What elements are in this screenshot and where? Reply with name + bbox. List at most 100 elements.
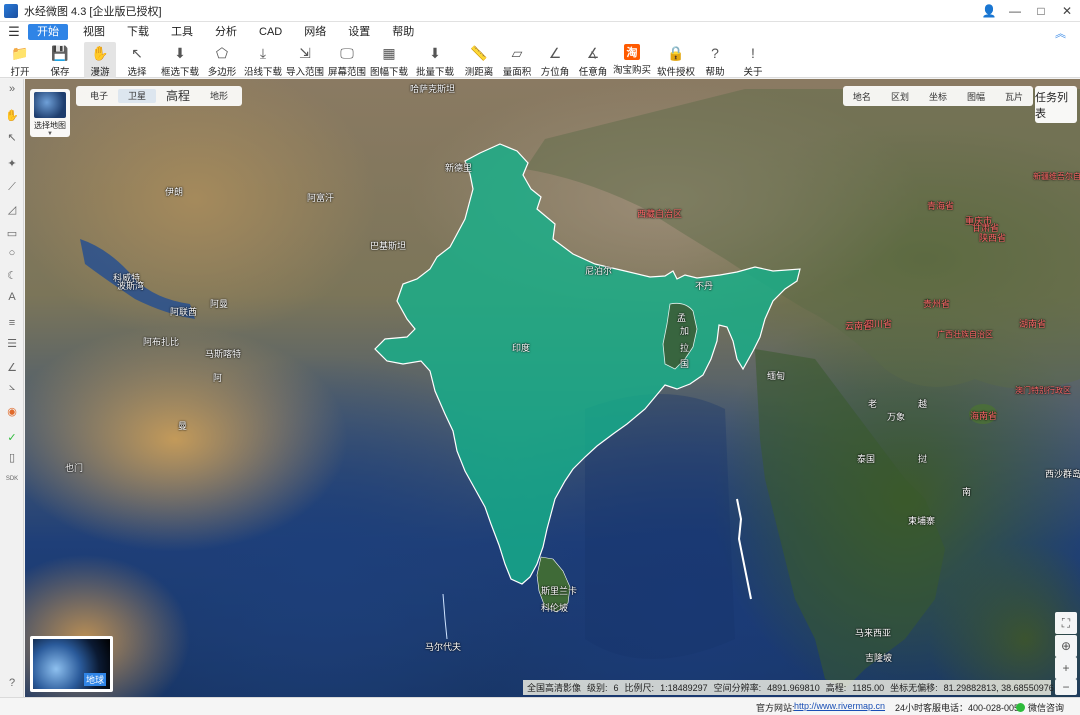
doc-icon[interactable]: ▯ — [4, 449, 20, 465]
tool-azimuth[interactable]: ∠ 方位角 — [538, 42, 572, 79]
tool-folder[interactable]: 📁 打开 — [4, 42, 36, 79]
hamburger-icon[interactable]: ☰ — [0, 24, 28, 40]
pointer-icon[interactable]: ↖ — [4, 129, 20, 145]
layer-map-sheets[interactable]: 图幅 — [957, 90, 995, 103]
earth-thumbnail[interactable]: 地球 — [30, 636, 113, 692]
tool-angle[interactable]: ∡ 任意角 — [576, 42, 610, 79]
text-icon[interactable]: A — [4, 289, 20, 305]
area-icon[interactable]: ◿ — [4, 201, 20, 217]
angle-icon[interactable]: ∠ — [4, 359, 20, 375]
province-label: 云南省 — [845, 321, 873, 331]
tool-area[interactable]: ▱ 量面积 — [500, 42, 534, 79]
minimize-button[interactable]: — — [1002, 0, 1028, 22]
map-select-button[interactable]: 选择地图 ▼ — [30, 89, 70, 137]
wechat-consult[interactable]: 微信咨询 — [1016, 701, 1064, 714]
tool-taobao[interactable]: 淘淘宝购买 — [612, 42, 652, 78]
menu-help[interactable]: 帮助 — [381, 24, 425, 40]
tab-satellite[interactable]: 卫星 — [118, 89, 157, 103]
user-icon[interactable]: 👤 — [976, 0, 1002, 22]
tab-elevation[interactable]: 高程 — [156, 89, 200, 103]
ruler-icon[interactable]: ≡ — [4, 315, 20, 331]
layers-icon[interactable]: ☰ — [4, 335, 20, 351]
tool-screen[interactable]: 🖵 屏幕范围 — [326, 42, 368, 79]
menu-download[interactable]: 下载 — [116, 24, 160, 40]
place-label: 曼 — [178, 421, 188, 431]
tool-lock[interactable]: 🔒 软件授权 — [656, 42, 696, 79]
place-label: 阿曼 — [210, 299, 229, 309]
tab-terrain[interactable]: 地形 — [200, 89, 238, 103]
elevation-label: 高程: — [825, 683, 847, 693]
sheet-download-icon: ▦ — [382, 44, 396, 61]
tool-ruler[interactable]: 📏 测距离 — [462, 42, 496, 79]
zoom-in-button[interactable]: + — [1055, 657, 1077, 679]
tool-line-download[interactable]: ⤓ 沿线下载 — [242, 42, 284, 79]
tool-label: 导入范围 — [285, 67, 324, 78]
map-view[interactable]: 伊朗 阿富汗 巴基斯坦 阿曼 阿联酋 科威特 波斯湾 阿布扎比 马斯喀特 也门曼阿哈萨克斯坦 新德里… — [25, 79, 1080, 697]
globe-icon[interactable]: ◉ — [4, 403, 20, 419]
close-button[interactable]: ✕ — [1054, 0, 1080, 22]
polyline-icon[interactable]: ⟋ — [4, 179, 20, 195]
status-bar: 官方网站: http://www.rivermap.cn 24小时客服电话：40… — [0, 697, 1080, 715]
collapse-ribbon-icon[interactable]: ︽ — [1055, 25, 1066, 41]
marker-icon[interactable]: ✦ — [4, 155, 20, 171]
place-label: 西沙群岛 — [1045, 469, 1080, 479]
map-select-thumbnail — [34, 92, 66, 118]
website-link[interactable]: http://www.rivermap.cn — [794, 701, 885, 711]
zoom-out-button[interactable]: − — [1055, 679, 1077, 695]
import-icon: ⇲ — [299, 44, 311, 61]
task-list-button[interactable]: 任务列表 — [1035, 86, 1077, 123]
sdk-icon[interactable]: SDK — [4, 471, 20, 487]
area-icon: ▱ — [511, 44, 523, 61]
chevron-down-icon: ▼ — [47, 131, 53, 137]
province-label: 广西壮族自治区 — [937, 330, 993, 339]
place-label: 柬埔寨 — [908, 516, 936, 526]
tool-hand[interactable]: ✋ 漫游 — [84, 42, 116, 78]
tool-info[interactable]: ! 关于 — [738, 42, 768, 78]
place-label: 越 — [918, 399, 928, 409]
tool-label: 沿线下载 — [243, 67, 282, 78]
app-logo-icon — [4, 3, 18, 18]
tool-rect-download[interactable]: ⬇ 框选下载 — [160, 42, 200, 79]
tool-label: 软件授权 — [656, 67, 695, 78]
menu-network[interactable]: 网络 — [293, 24, 337, 40]
rectangle-icon[interactable]: ▭ — [4, 225, 20, 241]
menu-cad[interactable]: CAD — [248, 24, 293, 40]
andaman-islands-shape — [736, 498, 752, 600]
province-label: 青海省 — [927, 201, 955, 211]
coordinate-bar: 全国高清影像 级别: 6 比例尺: 1:18489297 空间分辨率: 4891… — [523, 680, 1054, 695]
protractor-icon[interactable]: ⦣ — [4, 379, 20, 395]
menu-view[interactable]: 视图 — [72, 24, 116, 40]
resolution-value: 4891.969810 — [767, 682, 820, 693]
menu-start[interactable]: 开始 — [28, 24, 68, 40]
layer-place-names[interactable]: 地名 — [843, 90, 881, 103]
tool-help[interactable]: ? 帮助 — [700, 42, 730, 78]
hand-icon[interactable]: ✋ — [4, 107, 20, 123]
fullscreen-icon[interactable]: ⛶ — [1055, 612, 1077, 634]
tool-import[interactable]: ⇲ 导入范围 — [284, 42, 326, 79]
menu-analysis[interactable]: 分析 — [204, 24, 248, 40]
sector-icon[interactable]: ☾ — [4, 267, 20, 283]
check-icon[interactable]: ✓ — [4, 429, 20, 445]
layer-tiles[interactable]: 瓦片 — [995, 90, 1033, 103]
tool-sheet-download[interactable]: ▦ 图幅下载 — [368, 42, 410, 79]
layer-divisions[interactable]: 区划 — [881, 90, 919, 103]
layer-coordinates[interactable]: 坐标 — [919, 90, 957, 103]
circle-icon[interactable]: ○ — [4, 245, 20, 261]
maldives-shape — [442, 593, 448, 640]
menu-tools[interactable]: 工具 — [160, 24, 204, 40]
help-icon[interactable]: ? — [4, 675, 20, 691]
locate-icon[interactable]: ⊕ — [1055, 635, 1077, 657]
maximize-button[interactable]: □ — [1028, 0, 1054, 22]
lonlat-value: 81.29882813, 38.68550976 — [943, 682, 1054, 693]
tool-cursor[interactable]: ↖ 选择 — [122, 42, 152, 79]
tool-polygon[interactable]: ⬠ 多边形 — [204, 42, 240, 79]
tab-electronic[interactable]: 电子 — [80, 89, 118, 103]
hand-icon: ✋ — [91, 44, 109, 61]
tool-save[interactable]: 💾 保存 — [44, 42, 76, 79]
expand-icon[interactable]: » — [4, 81, 20, 97]
deviation-label: 坐标无偏移: — [890, 683, 938, 693]
line-download-icon: ⤓ — [259, 44, 267, 61]
tool-batch-download[interactable]: ⬇ 批量下载 — [414, 42, 456, 79]
menu-settings[interactable]: 设置 — [337, 24, 381, 40]
place-label: 伊朗 — [165, 187, 184, 197]
